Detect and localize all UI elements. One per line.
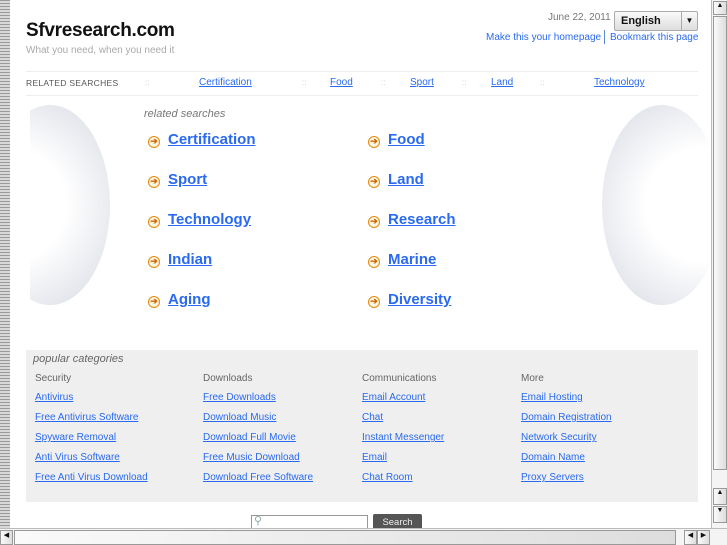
related-link[interactable]: Food: [388, 131, 425, 148]
category-link[interactable]: Free Anti Virus Download: [35, 472, 148, 483]
divider: [604, 30, 605, 44]
category-link[interactable]: Domain Name: [521, 452, 585, 463]
category-heading: Downloads: [203, 373, 253, 384]
arrow-right-icon: ➔: [368, 256, 380, 268]
category-link[interactable]: Domain Registration: [521, 412, 612, 423]
related-searches-label: RELATED SEARCHES: [26, 78, 119, 88]
top-link[interactable]: Sport: [410, 77, 434, 88]
top-link[interactable]: Certification: [199, 77, 252, 88]
related-link[interactable]: Technology: [168, 211, 251, 228]
arrow-right-icon: ➔: [148, 296, 160, 308]
category-link[interactable]: Spyware Removal: [35, 432, 116, 443]
arrow-right-icon: ➔: [148, 176, 160, 188]
date: June 22, 2011: [548, 12, 611, 23]
site-title: Sfvresearch.com: [26, 20, 175, 41]
arrow-right-icon: ➔: [148, 256, 160, 268]
category-heading: More: [521, 373, 544, 384]
scrollbar-thumb[interactable]: [14, 530, 676, 545]
related-link[interactable]: Diversity: [388, 291, 451, 308]
arrow-right-icon: ➔: [148, 136, 160, 148]
top-link[interactable]: Land: [491, 77, 513, 88]
divider: [26, 71, 698, 72]
category-link[interactable]: Antivirus: [35, 392, 73, 403]
scroll-up-icon[interactable]: ▲: [713, 1, 727, 15]
category-link[interactable]: Email Hosting: [521, 392, 583, 403]
decorative-orb: [602, 105, 713, 305]
related-link[interactable]: Indian: [168, 251, 212, 268]
category-link[interactable]: Email: [362, 452, 387, 463]
related-link[interactable]: Certification: [168, 131, 256, 148]
horizontal-scrollbar[interactable]: ◀ ◀ ▶: [0, 528, 727, 545]
separator: ::: [381, 78, 386, 87]
arrow-right-icon: ➔: [148, 216, 160, 228]
top-link[interactable]: Technology: [594, 77, 645, 88]
arrow-right-icon: ➔: [368, 296, 380, 308]
popular-categories-title: popular categories: [33, 353, 124, 365]
scroll-left-icon[interactable]: ◀: [684, 530, 697, 545]
bookmark-link[interactable]: Bookmark this page: [610, 32, 698, 43]
scroll-down-icon[interactable]: ▼: [713, 506, 727, 523]
decorative-orb: [30, 105, 110, 305]
separator: ::: [462, 78, 467, 87]
related-link[interactable]: Aging: [168, 291, 211, 308]
related-link[interactable]: Land: [388, 171, 424, 188]
category-link[interactable]: Free Music Download: [203, 452, 300, 463]
category-heading: Communications: [362, 373, 437, 384]
related-searches-title: related searches: [144, 108, 226, 120]
vertical-scrollbar[interactable]: ▲ ▲ ▼: [711, 0, 727, 528]
separator: ::: [302, 78, 307, 87]
top-link[interactable]: Food: [330, 77, 353, 88]
scrollbar-thumb[interactable]: [713, 16, 727, 470]
category-link[interactable]: Chat Room: [362, 472, 413, 483]
separator: ::: [540, 78, 545, 87]
category-link[interactable]: Free Antivirus Software: [35, 412, 138, 423]
scroll-up-icon[interactable]: ▲: [713, 488, 727, 505]
arrow-right-icon: ➔: [368, 216, 380, 228]
category-link[interactable]: Download Full Movie: [203, 432, 296, 443]
separator: ::: [145, 78, 150, 87]
category-link[interactable]: Free Downloads: [203, 392, 276, 403]
category-link[interactable]: Download Free Software: [203, 472, 313, 483]
divider: [26, 95, 698, 96]
make-homepage-link[interactable]: Make this your homepage: [486, 32, 601, 43]
language-select[interactable]: English ▼: [614, 11, 698, 31]
window-edge: [0, 0, 10, 528]
category-link[interactable]: Instant Messenger: [362, 432, 444, 443]
category-heading: Security: [35, 373, 72, 384]
category-link[interactable]: Chat: [362, 412, 383, 423]
chevron-down-icon: ▼: [681, 12, 697, 30]
scroll-right-icon[interactable]: ▶: [697, 530, 710, 545]
related-link[interactable]: Sport: [168, 171, 207, 188]
related-link[interactable]: Marine: [388, 251, 436, 268]
arrow-right-icon: ➔: [368, 136, 380, 148]
scroll-left-icon[interactable]: ◀: [0, 530, 13, 545]
category-link[interactable]: Proxy Servers: [521, 472, 584, 483]
related-link[interactable]: Research: [388, 211, 456, 228]
search-icon: ⚲: [254, 515, 263, 527]
tagline: What you need, when you need it: [26, 45, 175, 56]
category-link[interactable]: Download Music: [203, 412, 276, 423]
category-link[interactable]: Anti Virus Software: [35, 452, 120, 463]
category-link[interactable]: Email Account: [362, 392, 425, 403]
arrow-right-icon: ➔: [368, 176, 380, 188]
language-value: English: [621, 15, 661, 27]
category-link[interactable]: Network Security: [521, 432, 597, 443]
